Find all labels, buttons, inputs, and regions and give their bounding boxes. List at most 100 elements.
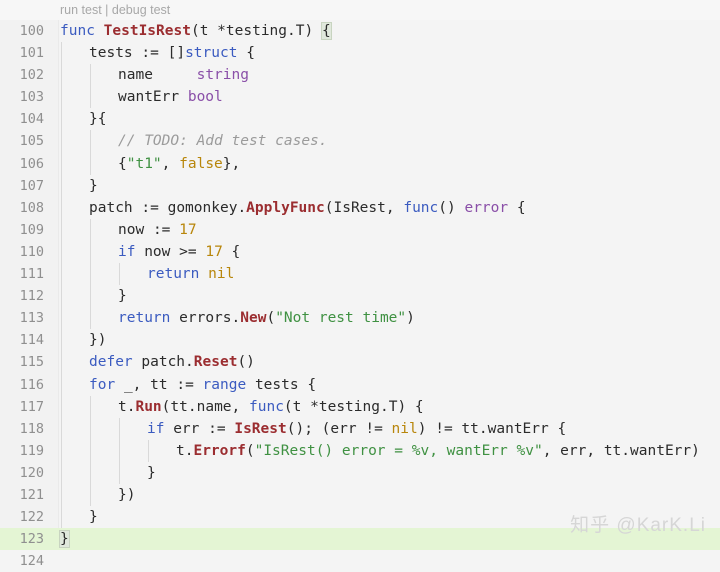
line-number: 104 [19, 111, 44, 128]
code-line[interactable]: 105 // TODO: Add test cases. [0, 130, 720, 153]
indent-guide [90, 461, 91, 484]
code-text[interactable]: for _, tt := range tests { [89, 374, 316, 396]
indent-guide [61, 240, 62, 264]
indent-guide [90, 263, 91, 286]
code-line[interactable]: 108 patch := gomonkey.ApplyFunc(IsRest, f… [0, 196, 720, 219]
indent-guide [90, 86, 91, 109]
indent-guide [90, 64, 91, 87]
code-text[interactable]: }) [118, 484, 135, 506]
line-number: 115 [19, 354, 44, 371]
indent-guide [61, 174, 62, 197]
line-number: 100 [19, 23, 44, 39]
code-lines[interactable]: 100 func TestIsRest(t *testing.T) { 101 tes… [0, 20, 720, 572]
indent-guide [61, 86, 62, 109]
line-number: 108 [19, 199, 44, 216]
indent-guide [90, 285, 91, 308]
code-line[interactable]: 120} [0, 461, 720, 484]
indent-guide [61, 218, 62, 241]
code-text[interactable]: tests := []struct { [89, 42, 255, 64]
code-text[interactable]: }{ [89, 108, 106, 130]
line-number: 118 [19, 420, 44, 437]
code-line[interactable]: 123} [0, 528, 720, 551]
code-text[interactable]: func TestIsRest(t *testing.T) { [60, 20, 332, 42]
code-text[interactable]: }) [89, 329, 106, 351]
indent-guide [61, 329, 62, 352]
indent-guide [61, 373, 62, 396]
line-number: 113 [19, 310, 44, 327]
indent-guide [90, 130, 91, 153]
code-line[interactable]: 118 if err := IsRest(); (err != nil) != t… [0, 417, 720, 440]
code-line[interactable]: 112} [0, 285, 720, 308]
code-line[interactable]: 113 return errors.New("Not rest time") [0, 307, 720, 330]
code-line[interactable]: 115 defer patch.Reset() [0, 351, 720, 374]
line-number: 110 [19, 243, 44, 260]
code-text[interactable]: {"t1", false}, [118, 153, 240, 175]
indent-guide [119, 263, 120, 286]
indent-guide [61, 152, 62, 175]
indent-guide [90, 439, 91, 462]
line-number: 114 [19, 332, 44, 349]
indent-guide [61, 483, 62, 507]
code-text[interactable]: } [147, 462, 156, 484]
code-line[interactable]: 107} [0, 174, 720, 197]
indent-guide [61, 417, 62, 440]
code-line[interactable]: 101 tests := []struct { [0, 42, 720, 65]
code-text[interactable]: return errors.New("Not rest time") [118, 307, 415, 329]
code-line[interactable]: 116 for _, tt := range tests { [0, 373, 720, 396]
code-line[interactable]: 121}) [0, 483, 720, 507]
code-text[interactable]: now := 17 [118, 219, 197, 241]
code-text[interactable]: name string [118, 64, 249, 86]
code-text[interactable]: if now >= 17 { [118, 241, 240, 263]
line-number: 120 [19, 464, 44, 481]
indent-guide [61, 395, 62, 418]
code-text[interactable]: } [89, 175, 98, 197]
line-number: 101 [19, 45, 44, 62]
line-number: 123 [19, 531, 44, 548]
code-text[interactable]: return nil [147, 263, 234, 285]
code-line[interactable]: 119 t.Errorf("IsRest() error = %v, wantEr… [0, 439, 720, 462]
code-line[interactable]: 106 {"t1", false}, [0, 152, 720, 175]
run-debug-gutter-header: run test | debug test [0, 0, 720, 20]
indent-guide [61, 351, 62, 374]
code-text[interactable]: defer patch.Reset() [89, 351, 255, 373]
code-text[interactable]: } [89, 506, 98, 528]
code-line[interactable]: 100 func TestIsRest(t *testing.T) { [0, 20, 720, 42]
indent-guide [61, 506, 62, 529]
line-number: 117 [19, 398, 44, 415]
code-text[interactable]: t.Run(tt.name, func(t *testing.T) { [118, 396, 424, 418]
debug-test-link[interactable]: debug test [112, 3, 170, 17]
code-text[interactable]: } [118, 285, 127, 307]
line-number: 116 [19, 376, 44, 393]
code-line[interactable]: 111 return nil [0, 263, 720, 286]
code-line[interactable]: 122} [0, 506, 720, 529]
code-line[interactable]: 114}) [0, 329, 720, 352]
indent-guide [90, 307, 91, 330]
code-line[interactable]: 104 }{ [0, 108, 720, 131]
code-line[interactable]: 110 if now >= 17 { [0, 240, 720, 264]
indent-guide [90, 152, 91, 175]
code-text[interactable]: t.Errorf("IsRest() error = %v, wantErr %… [176, 440, 700, 462]
indent-guide [61, 461, 62, 484]
indent-guide [61, 307, 62, 330]
code-text[interactable]: } [59, 528, 70, 550]
code-line[interactable]: 102 name string [0, 64, 720, 87]
code-line[interactable]: 109 now := 17 [0, 218, 720, 241]
code-line[interactable]: 124 [0, 550, 720, 572]
code-text[interactable]: wantErr bool [118, 86, 223, 108]
line-number: 124 [19, 553, 44, 570]
code-text[interactable]: if err := IsRest(); (err != nil) != tt.w… [147, 418, 566, 440]
code-line[interactable]: 117 t.Run(tt.name, func(t *testing.T) { [0, 395, 720, 418]
line-number: 103 [19, 89, 44, 106]
indent-guide [61, 108, 62, 131]
indent-guide [61, 42, 62, 65]
indent-guide [90, 483, 91, 507]
code-line[interactable]: 103 wantErr bool [0, 86, 720, 109]
line-number: 105 [19, 133, 44, 150]
indent-guide [61, 439, 62, 462]
indent-guide [61, 196, 62, 219]
line-number: 122 [19, 509, 44, 526]
code-text[interactable]: // TODO: Add test cases. [118, 130, 328, 152]
run-test-link[interactable]: run test [60, 3, 102, 17]
code-editor[interactable]: run test | debug test 100 func TestIsRest… [0, 0, 720, 569]
code-text[interactable]: patch := gomonkey.ApplyFunc(IsRest, func… [89, 197, 526, 219]
